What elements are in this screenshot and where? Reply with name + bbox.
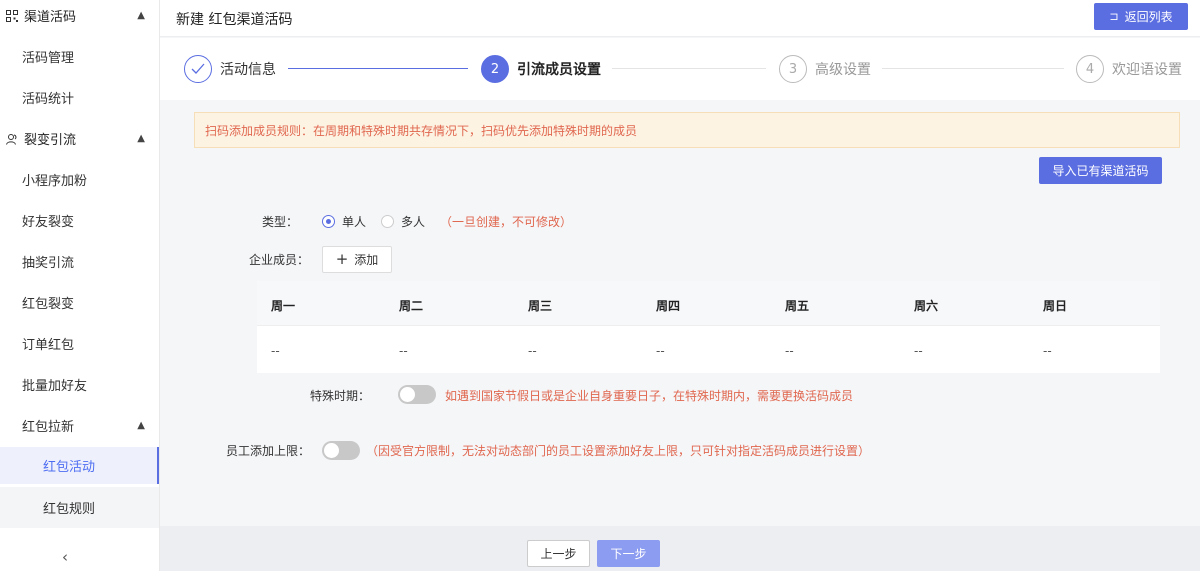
sidebar-item-label: 红包活动 [43,460,96,475]
step-indicator: 活动信息 2 引流成员设置 3 高级设置 4 欢迎语设置 [160,38,1200,100]
radio-dot [322,215,335,228]
chevron-up-icon: ▲ [137,420,145,431]
table-header [257,281,1160,326]
weekly-schedule-table: 周一 周二 周三 周四 周五 周六 周日 -- -- -- -- -- -- -… [257,281,1160,373]
radio-label: 单人 [342,215,367,229]
table-header-cell: 周日 [1043,299,1068,313]
step-activity-info[interactable]: 活动信息 [184,55,276,83]
footer-bar [160,526,1200,571]
step-member-settings[interactable]: 2 引流成员设置 [481,55,601,83]
back-to-list-label: 返回列表 [1124,10,1173,24]
step-welcome-settings[interactable]: 4 欢迎语设置 [1076,55,1182,83]
table-header-cell: 周六 [914,299,939,313]
sidebar-item-miniprogram[interactable]: 小程序加粉 [0,159,159,200]
sidebar-item-friend-fission[interactable]: 好友裂变 [0,200,159,241]
prev-step-button[interactable]: 上一步 [527,540,590,567]
table-cell[interactable]: -- [1043,344,1052,358]
sidebar-item-label: 批量加好友 [22,379,88,394]
toggle-knob [324,443,339,458]
table-cell[interactable]: -- [656,344,665,358]
special-period-toggle[interactable] [398,385,436,404]
page-header: 新建 红包渠道活码 ⊐ 返回列表 [160,0,1200,37]
users-icon [6,133,18,145]
sidebar-item-label: 红包规则 [43,502,96,517]
qrcode-icon [6,9,18,22]
sidebar-item-label: 红包拉新 [22,420,75,435]
employee-limit-hint: （因受官方限制，无法对动态部门的员工设置添加好友上限，只可针对指定活码成员进行设… [366,444,871,458]
member-label: 企业成员： [249,253,310,267]
sidebar-item-code-stats[interactable]: 活码统计 [0,77,159,118]
sidebar-item-order-redpacket[interactable]: 订单红包 [0,323,159,364]
sidebar-item-label: 红包裂变 [22,297,75,312]
sidebar-item-label: 活码管理 [22,51,75,66]
plus-icon: + [335,250,349,268]
radio-label: 多人 [401,215,426,229]
step-label: 活动信息 [220,62,276,78]
special-period-label: 特殊时期： [310,389,371,403]
check-icon [184,55,212,83]
rule-notice: 扫码添加成员规则：在周期和特殊时期共存情况下，扫码优先添加特殊时期的成员 [194,112,1180,148]
sidebar-group-fission[interactable]: 裂变引流 ▲ [0,118,159,159]
sidebar-item-redpacket-rules[interactable]: 红包规则 [0,487,159,528]
radio-single[interactable]: 单人 [322,213,366,230]
next-step-button[interactable]: 下一步 [597,540,660,567]
add-member-button[interactable]: + 添加 [322,246,392,273]
chevron-left-icon[interactable]: ‹ [62,548,68,566]
sidebar: 渠道活码 ▲ 活码管理 活码统计 裂变引流 ▲ 小程序加粉 好友裂变 抽奖引流 … [0,0,160,571]
employee-limit-label: 员工添加上限： [226,444,311,458]
chevron-up-icon: ▲ [137,10,145,21]
back-to-list-button[interactable]: ⊐ 返回列表 [1094,3,1188,30]
sidebar-item-lottery[interactable]: 抽奖引流 [0,241,159,282]
type-label: 类型： [262,215,299,229]
step-number: 4 [1076,55,1104,83]
step-connector [288,68,468,69]
sidebar-item-redpacket-new[interactable]: 红包拉新 ▲ [0,405,159,446]
step-label: 引流成员设置 [517,62,601,78]
table-header-cell: 周四 [656,299,681,313]
table-header-cell: 周二 [399,299,424,313]
toggle-knob [400,387,415,402]
sidebar-group-label: 裂变引流 [24,133,77,148]
employee-limit-toggle[interactable] [322,441,360,460]
add-member-label: 添加 [354,253,379,267]
table-header-cell: 周三 [528,299,553,313]
step-connector [612,68,766,69]
radio-multiple[interactable]: 多人 [381,213,425,230]
step-connector [882,68,1064,69]
step-number: 2 [481,55,509,83]
radio-dot [381,215,394,228]
import-channel-code-button[interactable]: 导入已有渠道活码 [1039,157,1162,184]
table-cell[interactable]: -- [271,344,280,358]
page-title: 新建 红包渠道活码 [176,12,293,28]
table-cell[interactable]: -- [914,344,923,358]
special-period-hint: 如遇到国家节假日或是企业自身重要日子，在特殊时期内，需要更换活码成员 [445,389,854,403]
sidebar-item-redpacket-activity[interactable]: 红包活动 [0,447,159,484]
table-cell[interactable]: -- [528,344,537,358]
step-number: 3 [779,55,807,83]
table-header-cell: 周一 [271,299,296,313]
sidebar-item-redpacket-fission[interactable]: 红包裂变 [0,282,159,323]
return-icon: ⊐ [1109,10,1119,23]
table-header-cell: 周五 [785,299,810,313]
sidebar-item-code-manage[interactable]: 活码管理 [0,36,159,77]
step-label: 欢迎语设置 [1112,62,1182,78]
step-label: 高级设置 [815,62,871,78]
sidebar-item-label: 活码统计 [22,92,75,107]
sidebar-item-label: 订单红包 [22,338,75,353]
sidebar-item-label: 小程序加粉 [22,174,88,189]
sidebar-item-label: 抽奖引流 [22,256,75,271]
sidebar-item-label: 好友裂变 [22,215,75,230]
step-advanced-settings[interactable]: 3 高级设置 [779,55,871,83]
table-cell[interactable]: -- [399,344,408,358]
table-cell[interactable]: -- [785,344,794,358]
chevron-up-icon: ▲ [137,133,145,144]
type-hint: （一旦创建，不可修改） [440,215,573,229]
sidebar-group-channel-code[interactable]: 渠道活码 ▲ [0,0,159,36]
sidebar-item-batch-add[interactable]: 批量加好友 [0,364,159,405]
sidebar-group-label: 渠道活码 [24,10,77,25]
